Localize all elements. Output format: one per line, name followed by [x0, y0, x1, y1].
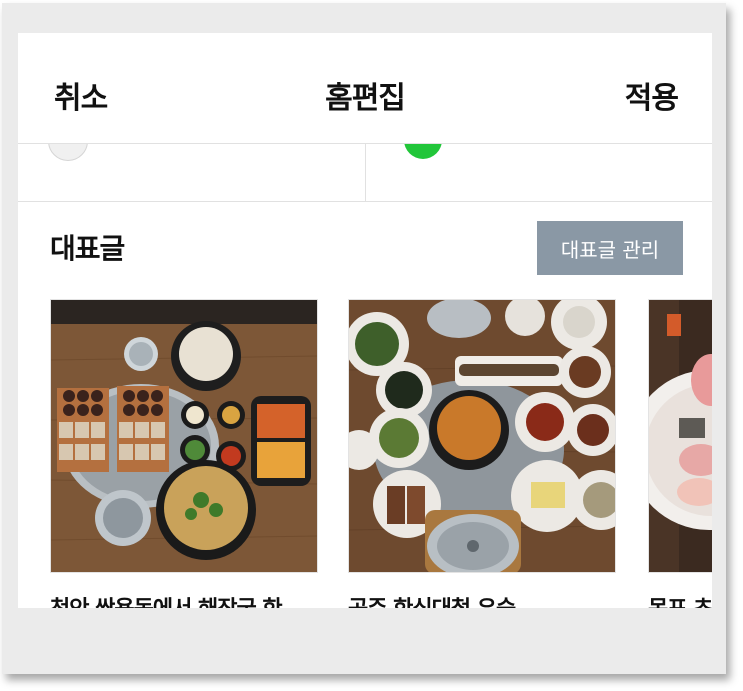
- app-screen: 취소 홈편집 적용 대표글 대표글 관리: [18, 33, 712, 608]
- page-title: 홈편집: [325, 81, 406, 116]
- food-photo-sashimi: [649, 300, 712, 572]
- post-thumbnail: [50, 299, 318, 573]
- featured-section-header: 대표글 대표글 관리: [18, 221, 712, 281]
- manage-featured-button[interactable]: 대표글 관리: [537, 221, 683, 275]
- food-photo-hangover-soup: [51, 300, 317, 572]
- featured-post-card[interactable]: 목포 초: [648, 299, 712, 608]
- featured-title: 대표글: [50, 232, 125, 265]
- menu-row: [18, 143, 712, 202]
- featured-post-card[interactable]: 공주 한식대첩 우승: [348, 299, 616, 608]
- post-thumbnail: [648, 299, 712, 573]
- featured-post-card[interactable]: 천안 쌍용동에서 해장국 한: [50, 299, 318, 608]
- green-circle-icon: [404, 143, 442, 159]
- top-bar: 취소 홈편집 적용: [18, 33, 712, 144]
- menu-item-right[interactable]: [365, 143, 712, 201]
- screenshot-frame: 취소 홈편집 적용 대표글 대표글 관리: [2, 3, 726, 674]
- plus-icon: [48, 143, 88, 161]
- post-thumbnail: [348, 299, 616, 573]
- food-photo-korean-table: [349, 300, 615, 572]
- post-title: 목포 초: [648, 591, 712, 608]
- apply-button[interactable]: 적용: [625, 73, 679, 117]
- post-title: 천안 쌍용동에서 해장국 한: [50, 591, 283, 608]
- menu-item-left[interactable]: [18, 143, 365, 201]
- post-title: 공주 한식대첩 우승: [348, 591, 516, 608]
- featured-posts-list: 천안 쌍용동에서 해장국 한: [18, 299, 712, 608]
